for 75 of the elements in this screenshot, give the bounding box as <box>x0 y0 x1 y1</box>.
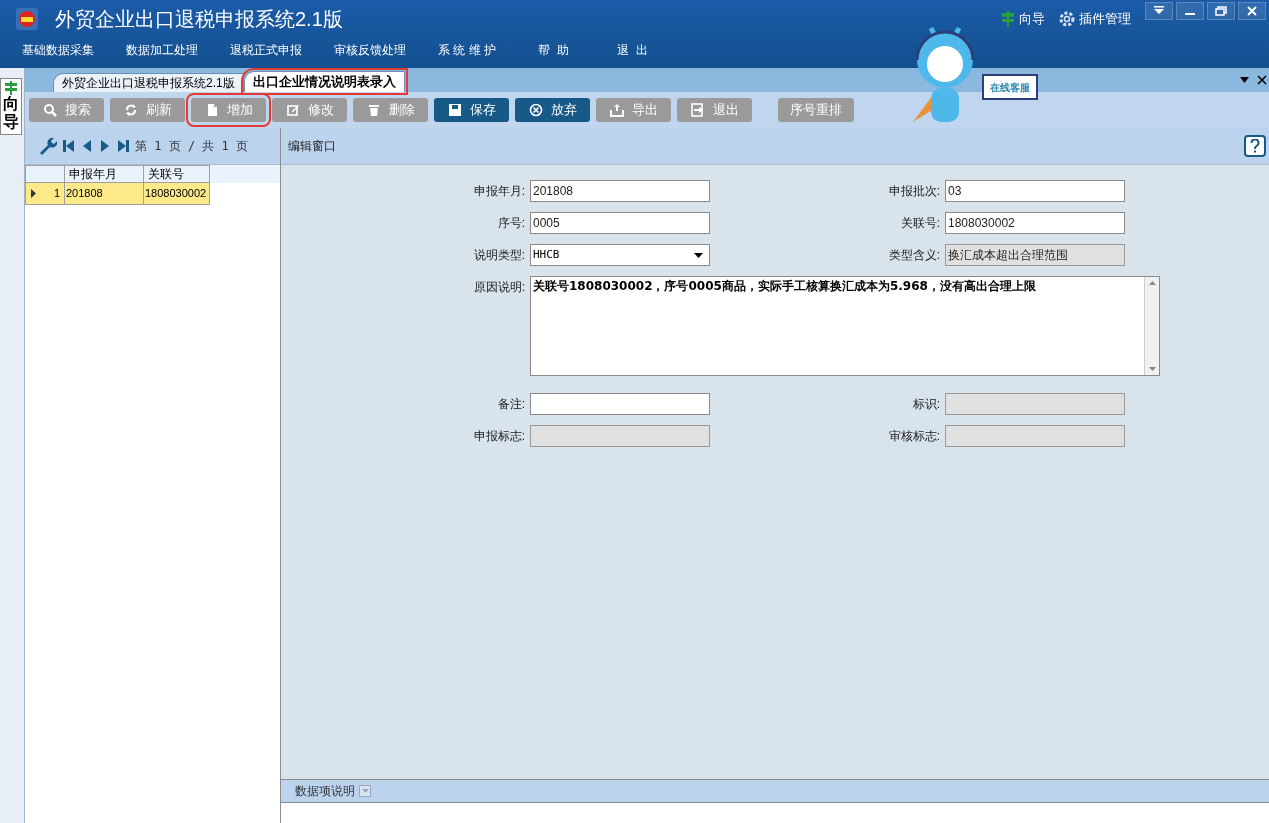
window-title: 外贸企业出口退税申报系统2.1版 <box>55 7 343 32</box>
side-tab[interactable]: 向导 <box>0 78 22 136</box>
trash-icon <box>366 103 381 117</box>
toolbar-link[interactable]: 插件管理 <box>1059 9 1131 29</box>
minimize-button[interactable] <box>1176 2 1204 20</box>
row-pointer-icon <box>31 189 36 198</box>
close-icon <box>1257 75 1267 85</box>
menu-item[interactable]: 审核反馈处理 <box>334 41 406 59</box>
type-dropdown[interactable]: HHCB <box>530 244 710 266</box>
input-field[interactable]: 0005 <box>530 212 710 234</box>
restore-button[interactable] <box>1207 2 1235 20</box>
field-label: 备注: <box>496 396 526 413</box>
tray-icon <box>609 103 624 117</box>
toolbar-button[interactable]: 放弃 <box>515 98 590 122</box>
dropdown-button[interactable] <box>1145 2 1173 20</box>
table-cell: 201808 <box>65 183 144 205</box>
field-label: 序号: <box>496 215 526 232</box>
caret-icon <box>694 252 703 258</box>
field-label: 标识: <box>911 396 941 413</box>
exit-icon <box>690 103 705 117</box>
settings-icon <box>1059 11 1075 27</box>
page-indicator: 第 1 页 / 共 1 页 <box>135 138 249 155</box>
field-label: 类型含义: <box>887 247 941 264</box>
menu-item[interactable]: 退税正式申报 <box>230 41 302 59</box>
field-label: 申报标志: <box>472 428 526 445</box>
close-icon <box>1244 4 1260 18</box>
last-page-icon[interactable] <box>117 139 129 153</box>
input-field[interactable]: 201808 <box>530 180 710 202</box>
next-icon[interactable] <box>99 139 111 153</box>
field-label: 申报批次: <box>887 183 941 200</box>
section-title: 数据项说明 <box>295 783 355 800</box>
save-icon <box>447 103 462 117</box>
tab[interactable]: 出口企业情况说明表录入 <box>243 71 405 92</box>
first-page-icon[interactable] <box>63 139 75 153</box>
row-number: 1 <box>53 186 60 202</box>
signpost-icon <box>4 81 18 95</box>
minimize-icon <box>1185 13 1195 15</box>
menu-item[interactable]: 帮 助 <box>538 41 569 59</box>
menu-item[interactable]: 数据加工处理 <box>126 41 198 59</box>
menu-item[interactable]: 退 出 <box>617 41 648 59</box>
dropdown-icon <box>1240 77 1249 83</box>
field-label: 关联号: <box>899 215 941 232</box>
panel-title: 编辑窗口 <box>288 138 336 155</box>
toolbar-button[interactable]: 保存 <box>434 98 509 122</box>
menu-item[interactable]: 基础数据采集 <box>22 41 94 59</box>
signpost-icon <box>1001 11 1015 27</box>
corner-header-cell <box>25 165 65 183</box>
close-button[interactable] <box>1238 2 1266 20</box>
scroll-down-icon <box>1148 367 1156 371</box>
menu-item[interactable]: 系 统 维 护 <box>438 41 496 59</box>
refresh-icon <box>123 103 138 117</box>
edit-icon <box>285 103 300 117</box>
table-row[interactable]: 1 201808 1808030002 <box>25 183 210 205</box>
scroll-up-icon <box>1148 281 1156 285</box>
app-logo-icon <box>16 8 38 30</box>
restore-icon <box>1213 4 1229 18</box>
tab[interactable]: 外贸企业出口退税申报系统2.1版 <box>53 73 244 92</box>
input-field[interactable]: 03 <box>945 180 1125 202</box>
cancel-icon <box>528 103 543 117</box>
toolbar-link[interactable]: 向导 <box>1001 9 1045 29</box>
field-label: 审核标志: <box>887 428 941 445</box>
field-label: 原因说明: <box>472 279 526 296</box>
input-field[interactable] <box>530 393 710 415</box>
field-label: 说明类型: <box>472 247 526 264</box>
caret-icon <box>361 789 369 793</box>
help-button[interactable] <box>1244 135 1266 157</box>
reason-textarea[interactable]: 关联号1808030002，序号0005商品，实际手工核算换汇成本为5.968，没有高出合理上限 <box>530 276 1160 376</box>
online-service-button[interactable]: 在线客服 <box>982 74 1038 100</box>
previous-icon[interactable] <box>81 139 93 153</box>
help-icon <box>1250 139 1260 153</box>
field-label: 申报年月: <box>472 183 526 200</box>
search-icon <box>42 103 57 117</box>
input-field[interactable]: 1808030002 <box>945 212 1125 234</box>
table-cell: 1808030002 <box>144 183 210 205</box>
column-header: 申报年月 <box>65 165 144 183</box>
